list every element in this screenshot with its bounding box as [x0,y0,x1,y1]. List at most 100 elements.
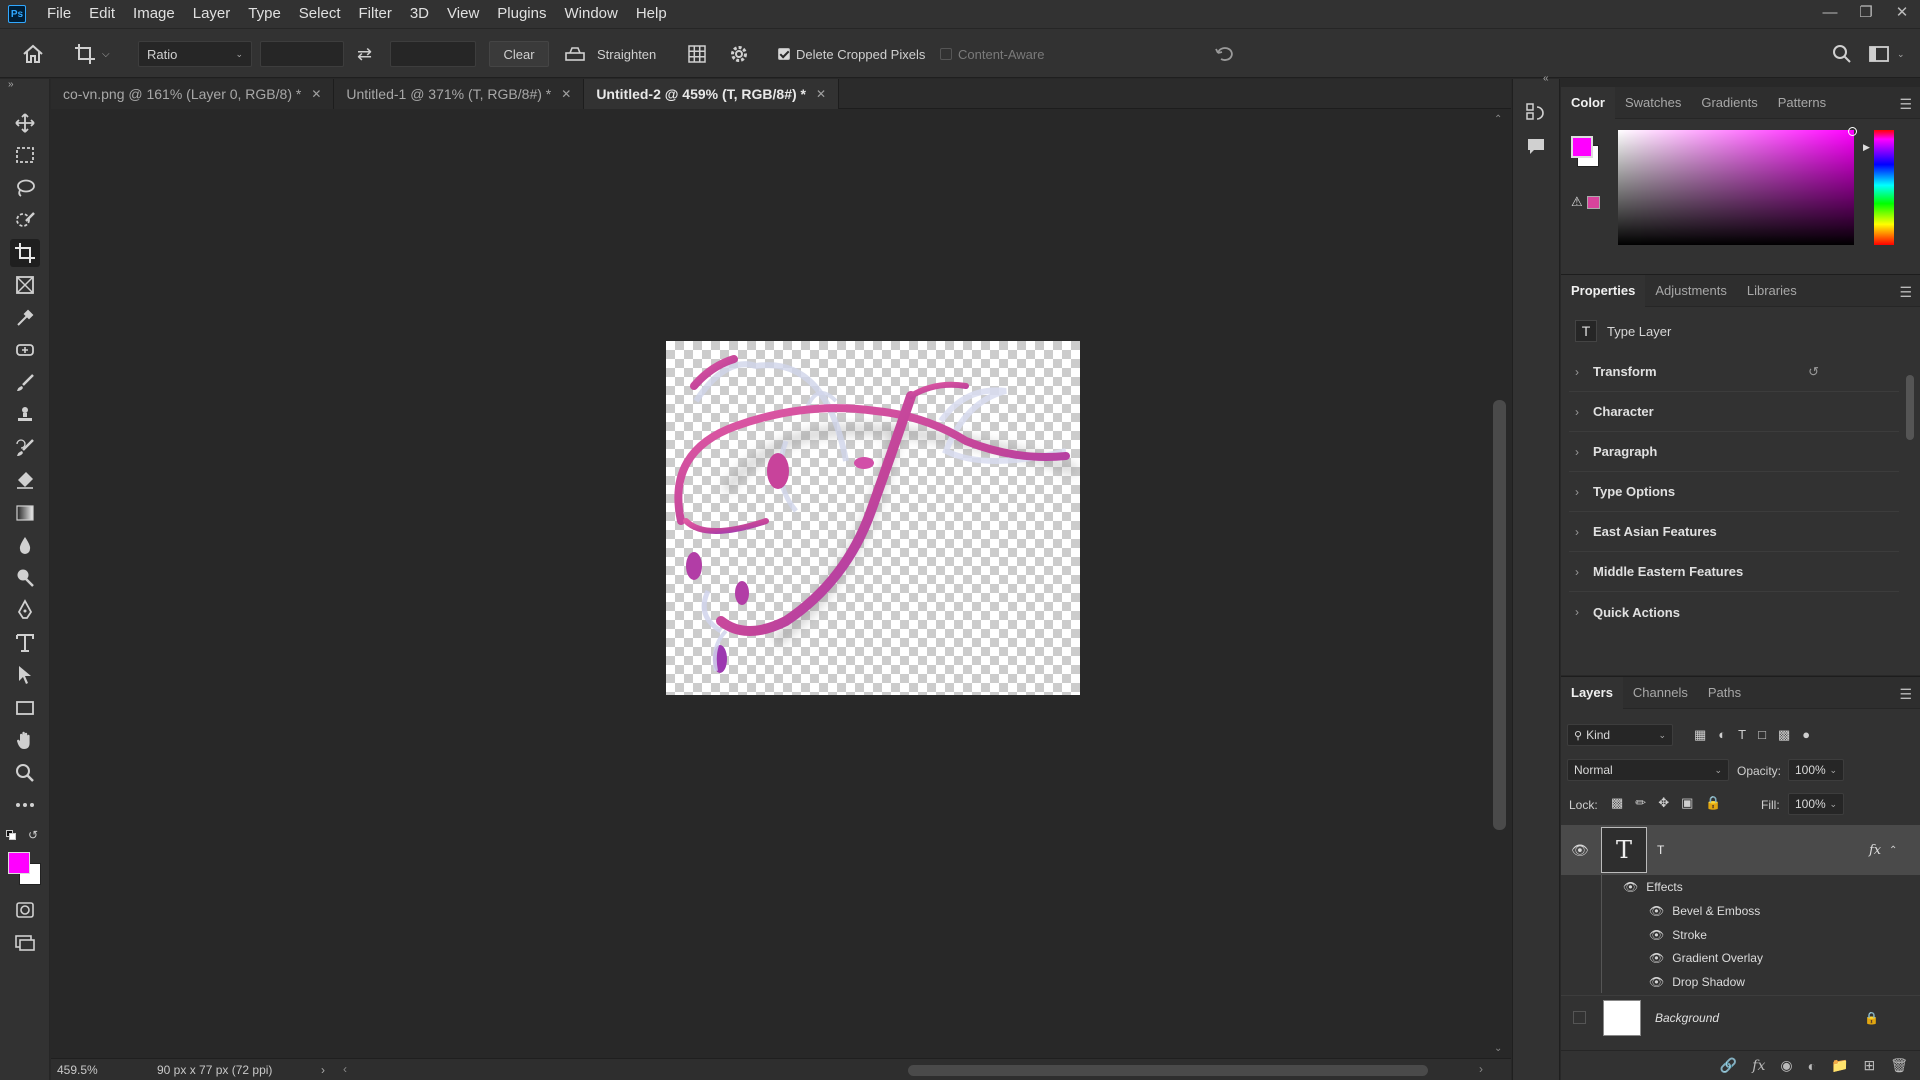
cancel-crop-icon[interactable] [1213,41,1235,67]
menu-view[interactable]: View [438,0,488,28]
straighten-button[interactable]: Straighten [563,41,656,67]
rectangle-tool-icon[interactable] [10,694,40,722]
quick-mask-icon[interactable] [10,896,40,924]
lock-all-icon[interactable]: 🔒 [1705,795,1721,811]
chevron-right-icon[interactable]: › [321,1063,325,1077]
tab-gradients[interactable]: Gradients [1691,87,1767,119]
close-icon[interactable]: ✕ [561,87,571,101]
filter-toggle-icon[interactable]: ● [1802,727,1810,743]
gear-icon[interactable] [729,41,749,67]
frame-tool-icon[interactable] [10,271,40,299]
filter-shape-icon[interactable]: □ [1758,727,1766,743]
content-aware-checkbox[interactable]: Content-Aware [940,41,1044,67]
more-tools-icon[interactable] [10,791,40,819]
close-icon[interactable]: ✕ [311,87,321,101]
move-tool-icon[interactable] [10,109,40,137]
filter-smart-object-icon[interactable]: ▩ [1778,727,1790,743]
lasso-tool-icon[interactable] [10,174,40,202]
effect-stroke[interactable]: 👁 Stroke [1649,924,1707,946]
pen-tool-icon[interactable] [10,596,40,624]
swap-colors-icon[interactable]: ↺ [28,828,38,842]
layer-name[interactable]: T [1657,843,1664,857]
scroll-up-icon[interactable]: ⌃ [1494,114,1502,125]
tab-paths[interactable]: Paths [1698,677,1751,709]
visibility-eye-icon[interactable]: 👁 [1649,928,1664,942]
effect-drop-shadow[interactable]: 👁 Drop Shadow [1649,971,1745,993]
tab-patterns[interactable]: Patterns [1768,87,1836,119]
dodge-tool-icon[interactable] [10,564,40,592]
gradient-tool-icon[interactable] [10,499,40,527]
menu-file[interactable]: File [38,0,80,28]
effects-group[interactable]: 👁 Effects [1623,876,1683,898]
crop-tool-preset-icon[interactable]: ⌵ [74,41,110,67]
color-picker-handle[interactable] [1848,127,1857,136]
brush-tool-icon[interactable] [10,369,40,397]
vertical-scroll-thumb[interactable] [1493,400,1506,830]
out-of-gamut-swatch[interactable] [1587,196,1600,209]
tab-adjustments[interactable]: Adjustments [1645,275,1737,307]
ratio-select[interactable]: Ratio ⌄ [138,41,252,67]
panel-menu-icon[interactable]: ☰ [1899,96,1912,113]
document-tab-active[interactable]: Untitled-2 @ 459% (T, RGB/8#) * ✕ [584,79,840,109]
crop-tool-icon[interactable] [10,239,40,267]
properties-scroll-thumb[interactable] [1906,375,1914,440]
section-middle-eastern-features[interactable]: › Middle Eastern Features [1569,552,1899,592]
menu-3d[interactable]: 3D [401,0,438,28]
tab-color[interactable]: Color [1561,86,1615,119]
filter-type-icon[interactable]: T [1738,727,1746,743]
section-type-options[interactable]: › Type Options [1569,472,1899,512]
lock-position-icon[interactable]: ✥ [1658,795,1669,811]
lock-transparent-icon[interactable]: ▩ [1611,795,1623,811]
collapse-panel-icon[interactable]: « [1543,73,1549,84]
menu-window[interactable]: Window [555,0,626,28]
visibility-eye-icon[interactable]: 👁 [1623,880,1638,894]
layer-effects-fx-icon[interactable]: fx [1869,843,1881,858]
menu-select[interactable]: Select [290,0,350,28]
clear-button[interactable]: Clear [489,41,549,67]
grid-overlay-icon[interactable] [687,41,707,67]
ratio-height-input[interactable] [390,41,476,67]
search-icon[interactable] [1832,41,1852,67]
hand-tool-icon[interactable] [10,726,40,754]
minimize-icon[interactable]: — [1812,0,1848,24]
fill-field[interactable]: 100% ⌄ [1788,793,1844,815]
expand-panel-icon[interactable]: » [8,79,14,90]
lock-paint-icon[interactable]: ✏ [1635,795,1646,811]
hue-slider[interactable] [1874,130,1894,245]
section-transform[interactable]: › Transform ↺ [1569,352,1899,392]
eraser-tool-icon[interactable] [10,466,40,494]
lock-artboard-icon[interactable]: ▣ [1681,795,1693,811]
zoom-level[interactable]: 459.5% [57,1063,127,1077]
history-brush-tool-icon[interactable] [10,434,40,462]
layers-scrollbar[interactable] [1906,825,1916,1035]
vertical-scrollbar[interactable]: ⌃ ⌄ [1489,110,1511,1058]
blend-mode-select[interactable]: Normal ⌄ [1567,759,1729,781]
panel-menu-icon[interactable]: ☰ [1899,284,1912,301]
tab-layers[interactable]: Layers [1561,676,1623,709]
menu-layer[interactable]: Layer [184,0,240,28]
color-field[interactable] [1618,127,1857,245]
reset-icon[interactable]: ↺ [1808,364,1819,380]
document-tab[interactable]: Untitled-1 @ 371% (T, RGB/8#) * ✕ [334,79,585,109]
tab-swatches[interactable]: Swatches [1615,87,1691,119]
filter-adjustment-icon[interactable]: ◐ [1718,727,1726,743]
restore-icon[interactable]: ❐ [1848,0,1884,24]
visibility-eye-icon[interactable]: 👁 [1571,842,1589,859]
horizontal-scroll-thumb[interactable] [908,1064,1428,1076]
opacity-field[interactable]: 100% ⌄ [1788,759,1844,781]
section-character[interactable]: › Character [1569,392,1899,432]
new-layer-icon[interactable]: ⊞ [1863,1057,1875,1074]
scroll-down-icon[interactable]: ⌄ [1494,1043,1502,1054]
delete-layer-icon[interactable]: 🗑 [1890,1057,1908,1074]
section-east-asian-features[interactable]: › East Asian Features [1569,512,1899,552]
visibility-toggle-off[interactable] [1573,1011,1586,1024]
home-icon[interactable] [22,41,44,67]
properties-scrollbar[interactable] [1904,357,1916,647]
add-mask-icon[interactable]: ◉ [1780,1057,1792,1074]
effect-gradient-overlay[interactable]: 👁 Gradient Overlay [1649,947,1763,969]
foreground-color-swatch[interactable] [1571,136,1593,158]
close-icon[interactable]: ✕ [1884,0,1920,24]
tab-channels[interactable]: Channels [1623,677,1698,709]
type-tool-icon[interactable] [10,629,40,657]
filter-pixel-icon[interactable]: ▦ [1694,727,1706,743]
